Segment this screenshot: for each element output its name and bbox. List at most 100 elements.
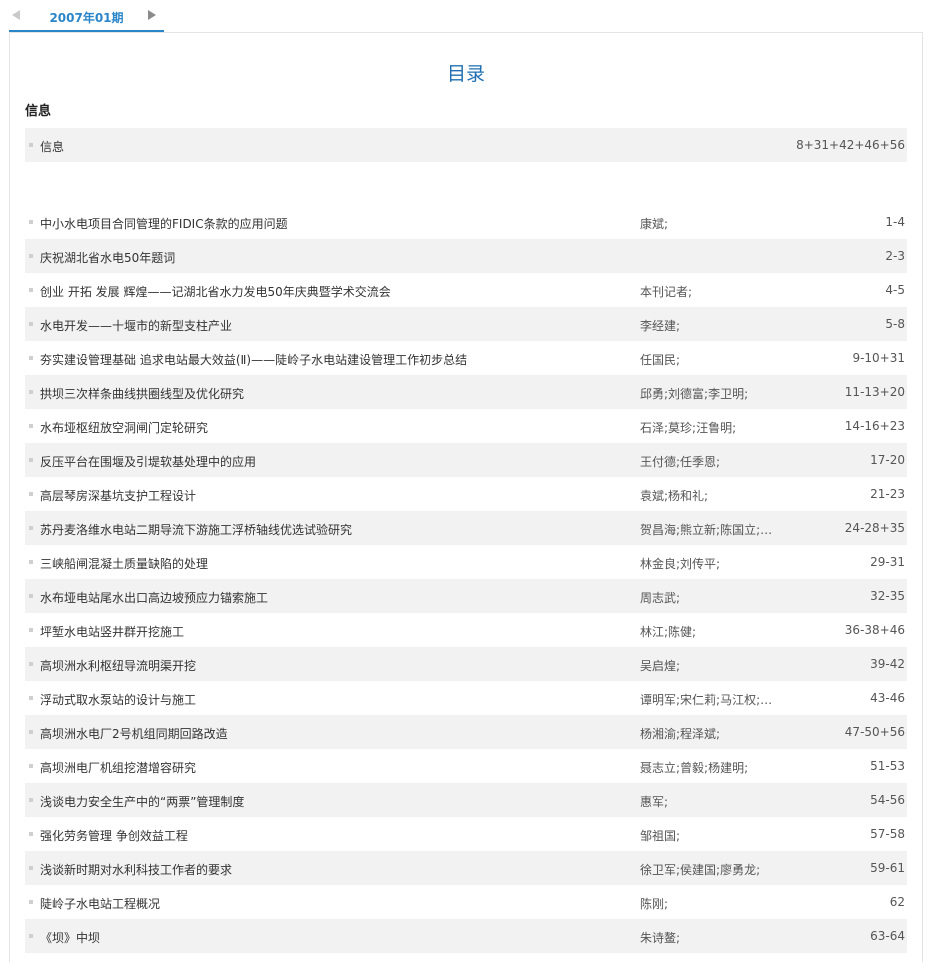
article-authors: 李经建;	[640, 319, 681, 333]
toc-row[interactable]: 中小水电项目合同管理的FIDIC条款的应用问题 康斌; 1-4	[25, 205, 907, 239]
toc-row[interactable]: 高坝洲水电厂2号机组同期回路改造 杨湘渝;程泽斌; 47-50+56	[25, 715, 907, 749]
toc-row[interactable]: 高层琴房深基坑支护工程设计 袁斌;杨和礼; 21-23	[25, 477, 907, 511]
toc-panel: 目录 信息 信息 8+31+42+46+56 中小水电项目合同管理的FIDIC条…	[9, 32, 923, 962]
article-title[interactable]: 高坝洲水电厂2号机组同期回路改造	[40, 725, 228, 742]
bullet-icon	[29, 560, 33, 564]
bullet-icon	[29, 798, 33, 802]
article-title[interactable]: 水布垭枢纽放空洞闸门定轮研究	[40, 419, 208, 436]
tab-issue[interactable]: 2007年01期	[9, 0, 164, 32]
toc-row[interactable]: 浅谈电力安全生产中的“两票”管理制度 惠军; 54-56	[25, 783, 907, 817]
bullet-icon	[29, 662, 33, 666]
article-title[interactable]: 中小水电项目合同管理的FIDIC条款的应用问题	[40, 215, 288, 232]
article-pages: 5-8	[885, 317, 905, 331]
bullet-icon	[29, 764, 33, 768]
article-authors: 林江;陈健;	[640, 625, 697, 639]
article-authors: 徐卫军;侯建国;廖勇龙;	[640, 863, 761, 877]
article-title[interactable]: 水布垭电站尾水出口高边坡预应力锚索施工	[40, 589, 268, 606]
bullet-icon	[29, 390, 33, 394]
article-authors: 任国民;	[640, 353, 681, 367]
article-title[interactable]: 反压平台在围堰及引堤软基处理中的应用	[40, 453, 256, 470]
article-title[interactable]: 信息	[40, 138, 64, 155]
toc-row[interactable]: 三峡船闸混凝土质量缺陷的处理 林金良;刘传平; 29-31	[25, 545, 907, 579]
toc-row[interactable]: 强化劳务管理 争创效益工程 邹祖国; 57-58	[25, 817, 907, 851]
toc-row[interactable]: 高坝洲水利枢纽导流明渠开挖 吴启煌; 39-42	[25, 647, 907, 681]
bullet-icon	[29, 458, 33, 462]
toc-row[interactable]: 高坝洲电厂机组挖潜增容研究 聂志立;曾毅;杨建明; 51-53	[25, 749, 907, 783]
toc-row[interactable]: 苏丹麦洛维水电站二期导流下游施工浮桥轴线优选试验研究 贺昌海;熊立新;陈国立;… 2…	[25, 511, 907, 545]
article-authors: 吴启煌;	[640, 659, 681, 673]
article-pages: 57-58	[870, 827, 905, 841]
article-title[interactable]: 拱坝三次样条曲线拱圈线型及优化研究	[40, 385, 244, 402]
article-authors: 王付德;任季恩;	[640, 455, 721, 469]
toc-row[interactable]: 浅谈新时期对水利科技工作者的要求 徐卫军;侯建国;廖勇龙; 59-61	[25, 851, 907, 885]
bullet-icon	[29, 866, 33, 870]
toc-row[interactable]: 创业 开拓 发展 辉煌——记湖北省水力发电50年庆典暨学术交流会 本刊记者; 4-5	[25, 273, 907, 307]
article-title[interactable]: 浅谈新时期对水利科技工作者的要求	[40, 861, 232, 878]
bullet-icon	[29, 730, 33, 734]
toc-row[interactable]: 水布垭枢纽放空洞闸门定轮研究 石泽;莫珍;汪鲁明; 14-16+23	[25, 409, 907, 443]
article-pages: 59-61	[870, 861, 905, 875]
toc-row[interactable]: 浮动式取水泵站的设计与施工 谭明军;宋仁莉;马江权;… 43-46	[25, 681, 907, 715]
article-pages: 32-35	[870, 589, 905, 603]
toc-row[interactable]: 反压平台在围堰及引堤软基处理中的应用 王付德;任季恩; 17-20	[25, 443, 907, 477]
article-title[interactable]: 水电开发——十堰市的新型支柱产业	[40, 317, 232, 334]
article-pages: 43-46	[870, 691, 905, 705]
article-title[interactable]: 苏丹麦洛维水电站二期导流下游施工浮桥轴线优选试验研究	[40, 521, 352, 538]
bullet-icon	[29, 900, 33, 904]
toc-row[interactable]: 陡岭子水电站工程概况 陈刚; 62	[25, 885, 907, 919]
bullet-icon	[29, 143, 33, 147]
article-pages: 36-38+46	[844, 623, 905, 637]
toc-row[interactable]: 水布垭电站尾水出口高边坡预应力锚索施工 周志武; 32-35	[25, 579, 907, 613]
toc-row[interactable]: 水电开发——十堰市的新型支柱产业 李经建; 5-8	[25, 307, 907, 341]
article-title[interactable]: 高坝洲电厂机组挖潜增容研究	[40, 759, 196, 776]
article-title[interactable]: 坪堑水电站竖井群开挖施工	[40, 623, 184, 640]
bullet-icon	[29, 526, 33, 530]
article-pages: 4-5	[885, 283, 905, 297]
article-pages: 8+31+42+46+56	[796, 138, 905, 152]
bullet-icon	[29, 424, 33, 428]
article-pages: 1-4	[885, 215, 905, 229]
article-title[interactable]: 浮动式取水泵站的设计与施工	[40, 691, 196, 708]
article-title[interactable]: 强化劳务管理 争创效益工程	[40, 827, 188, 844]
article-pages: 47-50+56	[844, 725, 905, 739]
article-title[interactable]: 三峡船闸混凝土质量缺陷的处理	[40, 555, 208, 572]
article-authors: 康斌;	[640, 217, 669, 231]
article-authors: 谭明军;宋仁莉;马江权;…	[640, 693, 773, 707]
article-authors: 惠军;	[640, 795, 669, 809]
toc-row[interactable]: 拱坝三次样条曲线拱圈线型及优化研究 邱勇;刘德富;李卫明; 11-13+20	[25, 375, 907, 409]
article-authors: 邱勇;刘德富;李卫明;	[640, 387, 749, 401]
bullet-icon	[29, 696, 33, 700]
article-pages: 51-53	[870, 759, 905, 773]
article-title[interactable]: 陡岭子水电站工程概况	[40, 895, 160, 912]
article-pages: 63-64	[870, 929, 905, 943]
article-pages: 14-16+23	[844, 419, 905, 433]
article-title[interactable]: 高层琴房深基坑支护工程设计	[40, 487, 196, 504]
toc-row[interactable]: 夯实建设管理基础 追求电站最大效益(Ⅱ)——陡岭子水电站建设管理工作初步总结 任国…	[25, 341, 907, 375]
bullet-icon	[29, 254, 33, 258]
article-title[interactable]: 《坝》中坝	[40, 929, 100, 946]
page-title: 目录	[446, 63, 485, 85]
article-authors: 杨湘渝;程泽斌;	[640, 727, 721, 741]
toc-row[interactable]: 庆祝湖北省水电50年题词 2-3	[25, 239, 907, 273]
article-title[interactable]: 高坝洲水利枢纽导流明渠开挖	[40, 657, 196, 674]
article-authors: 贺昌海;熊立新;陈国立;…	[640, 523, 773, 537]
article-pages: 24-28+35	[844, 521, 905, 535]
bullet-icon	[29, 628, 33, 632]
article-title[interactable]: 夯实建设管理基础 追求电站最大效益(Ⅱ)——陡岭子水电站建设管理工作初步总结	[40, 351, 467, 368]
article-title[interactable]: 庆祝湖北省水电50年题词	[40, 249, 175, 266]
next-arrow-icon[interactable]	[148, 10, 156, 20]
toc-row[interactable]: 坪堑水电站竖井群开挖施工 林江;陈健; 36-38+46	[25, 613, 907, 647]
article-authors: 本刊记者;	[640, 285, 693, 299]
article-pages: 11-13+20	[844, 385, 905, 399]
bullet-icon	[29, 356, 33, 360]
article-authors: 袁斌;杨和礼;	[640, 489, 709, 503]
article-title[interactable]: 创业 开拓 发展 辉煌——记湖北省水力发电50年庆典暨学术交流会	[40, 283, 391, 300]
article-title[interactable]: 浅谈电力安全生产中的“两票”管理制度	[40, 793, 244, 810]
bullet-icon	[29, 220, 33, 224]
issue-tabbar: 2007年01期	[0, 0, 949, 32]
bullet-icon	[29, 322, 33, 326]
bullet-icon	[29, 832, 33, 836]
article-pages: 2-3	[885, 249, 905, 263]
article-authors: 陈刚;	[640, 897, 669, 911]
toc-row-info[interactable]: 信息 8+31+42+46+56	[25, 128, 907, 162]
